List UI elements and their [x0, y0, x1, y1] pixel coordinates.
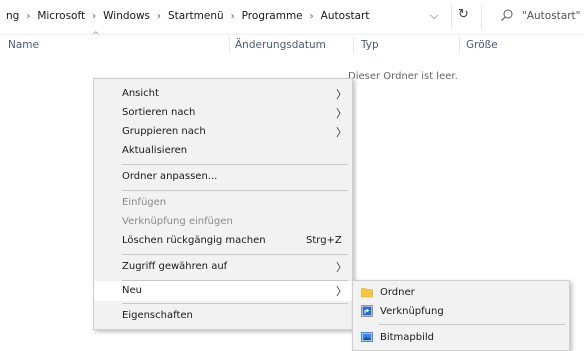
- chevron-right-icon: ›: [309, 11, 314, 22]
- menu-item-customize-folder[interactable]: Ordner anpassen...: [94, 168, 352, 186]
- menu-separator: [379, 324, 565, 325]
- menu-item-refresh[interactable]: Aktualisieren: [94, 142, 352, 160]
- empty-folder-message: Dieser Ordner ist leer.: [348, 71, 458, 82]
- menu-item-label: Gruppieren nach: [122, 126, 206, 137]
- breadcrumb-item-microsoft[interactable]: Microsoft: [37, 10, 85, 22]
- new-submenu: Ordner Verknüpfung Bitmapbild: [352, 280, 570, 351]
- menu-separator: [122, 164, 348, 165]
- column-divider[interactable]: [459, 36, 460, 54]
- menu-item-label: Verknüpfung einfügen: [122, 216, 233, 227]
- menu-item-label: Aktualisieren: [122, 145, 188, 156]
- chevron-right-icon: 〉: [336, 285, 347, 298]
- search-icon[interactable]: [500, 8, 514, 22]
- folder-icon: [361, 288, 373, 298]
- menu-item-label: Sortieren nach: [122, 107, 196, 118]
- submenu-item-shortcut[interactable]: Verknüpfung: [353, 302, 569, 321]
- bitmap-icon: [361, 332, 373, 342]
- menu-separator: [122, 190, 348, 191]
- menu-item-undo-delete[interactable]: Löschen rückgängig machen Strg+Z: [94, 232, 352, 250]
- submenu-item-label: Verknüpfung: [380, 306, 444, 317]
- breadcrumb-item-programme[interactable]: Programme: [242, 10, 303, 22]
- chevron-down-icon[interactable]: ⌵: [430, 9, 438, 23]
- menu-item-view[interactable]: Ansicht 〉: [94, 85, 352, 103]
- address-bar[interactable]: ng › Microsoft › Windows › Startmenü › Programme…: [0, 0, 584, 35]
- context-menu: Ansicht 〉 Sortieren nach 〉 Gruppieren na…: [93, 78, 353, 330]
- chevron-right-icon: 〉: [336, 88, 347, 101]
- chevron-right-icon: ›: [157, 11, 161, 22]
- shortcut-icon: [361, 305, 373, 317]
- menu-item-paste-shortcut: Verknüpfung einfügen: [94, 213, 352, 231]
- menu-item-label: Ordner anpassen...: [122, 171, 218, 182]
- menu-item-label: Neu: [122, 285, 142, 296]
- keyboard-shortcut: Strg+Z: [306, 235, 342, 246]
- breadcrumb-item-startmenu[interactable]: Startmenü: [168, 10, 224, 22]
- sort-caret-icon: ^: [92, 31, 100, 41]
- submenu-item-bitmap[interactable]: Bitmapbild: [353, 328, 569, 347]
- chevron-right-icon: ›: [92, 11, 97, 22]
- menu-separator: [122, 254, 348, 255]
- menu-item-give-access[interactable]: Zugriff gewähren auf 〉: [94, 258, 352, 276]
- column-header-modified[interactable]: Änderungsdatum: [235, 39, 326, 51]
- breadcrumb-item-truncated[interactable]: ng: [6, 10, 19, 22]
- breadcrumb-item-windows[interactable]: Windows: [103, 10, 150, 22]
- refresh-icon[interactable]: ↻: [458, 7, 469, 22]
- divider: [481, 5, 482, 29]
- menu-item-label: Eigenschaften: [122, 310, 193, 321]
- menu-item-label: Einfügen: [122, 197, 167, 208]
- chevron-right-icon: 〉: [336, 261, 347, 274]
- chevron-right-icon: 〉: [336, 126, 347, 139]
- chevron-right-icon: ›: [26, 11, 31, 22]
- column-divider[interactable]: [229, 36, 230, 54]
- submenu-item-label: Ordner: [380, 287, 415, 298]
- breadcrumb-item-autostart[interactable]: Autostart: [321, 10, 370, 22]
- column-header-size[interactable]: Größe: [466, 39, 498, 51]
- divider: [451, 5, 452, 29]
- column-divider[interactable]: [353, 36, 354, 54]
- breadcrumb: ng › Microsoft › Windows › Startmenü › Programme…: [6, 10, 370, 22]
- menu-item-group-by[interactable]: Gruppieren nach 〉: [94, 123, 352, 141]
- menu-item-label: Ansicht: [122, 88, 159, 99]
- chevron-right-icon: 〉: [336, 107, 347, 120]
- menu-item-label: Löschen rückgängig machen: [122, 235, 266, 246]
- submenu-item-label: Bitmapbild: [380, 332, 435, 343]
- menu-item-new[interactable]: Neu 〉: [94, 281, 352, 301]
- search-input[interactable]: "Autostart" d: [522, 10, 584, 22]
- menu-item-paste: Einfügen: [94, 194, 352, 212]
- column-header-row: Name ^ Änderungsdatum Typ Größe: [0, 31, 584, 56]
- menu-item-sort-by[interactable]: Sortieren nach 〉: [94, 104, 352, 122]
- submenu-item-folder[interactable]: Ordner: [353, 283, 569, 302]
- chevron-right-icon: ›: [230, 11, 235, 22]
- menu-separator: [122, 303, 348, 304]
- menu-item-label: Zugriff gewähren auf: [122, 261, 228, 272]
- column-header-type[interactable]: Typ: [361, 39, 379, 51]
- column-header-name[interactable]: Name: [8, 39, 39, 51]
- menu-item-properties[interactable]: Eigenschaften: [94, 307, 352, 325]
